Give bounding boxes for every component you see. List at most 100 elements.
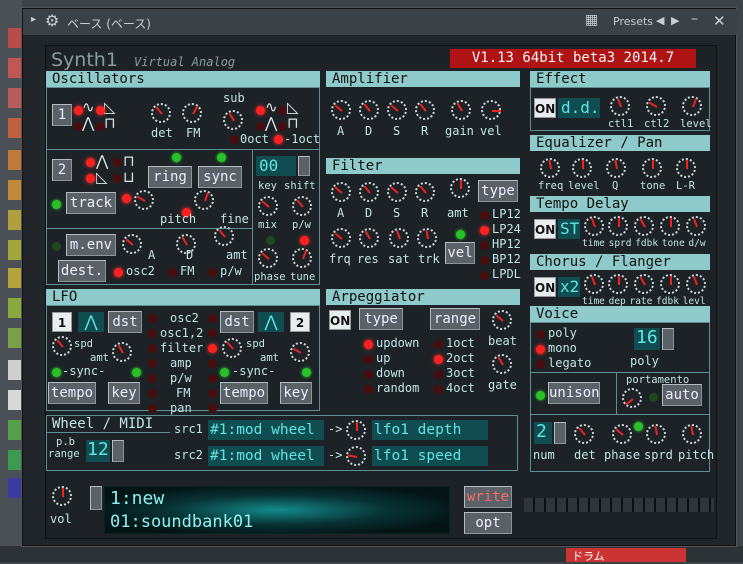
lfo2-wave-display[interactable]: ⋀ bbox=[258, 312, 284, 332]
poly-count-display[interactable]: 16 bbox=[634, 328, 660, 350]
osc1-wave-led-4[interactable] bbox=[96, 122, 105, 131]
pb-range-display[interactable]: 12 bbox=[86, 440, 110, 462]
lfo1-key-button[interactable]: key bbox=[108, 382, 140, 404]
lfo2-amt-knob[interactable] bbox=[290, 342, 310, 362]
patch-name[interactable]: 1:new bbox=[110, 488, 164, 509]
arp-oct-led-2[interactable] bbox=[434, 370, 443, 379]
filter-type-led-0[interactable] bbox=[480, 211, 489, 220]
patch-spin[interactable] bbox=[90, 486, 102, 510]
lfo2-sync-led-1[interactable] bbox=[220, 368, 229, 377]
filter-amt-knob[interactable] bbox=[450, 178, 470, 198]
lfo1-tempo-button[interactable]: tempo bbox=[48, 382, 96, 404]
lfo1-dest-led-0[interactable] bbox=[148, 314, 157, 323]
arp-gate-knob[interactable] bbox=[492, 354, 512, 374]
lfo1-sync-led-2[interactable] bbox=[132, 368, 141, 377]
filter-trk-knob[interactable] bbox=[417, 228, 437, 248]
pitch-led[interactable] bbox=[122, 194, 131, 203]
arp-on-button[interactable]: ON bbox=[329, 310, 351, 330]
lfo2-sync-led-2[interactable] bbox=[302, 368, 311, 377]
filter-vel-button[interactable]: vel bbox=[445, 242, 475, 264]
filter-type-led-4[interactable] bbox=[480, 271, 489, 280]
arp-oct-led-0[interactable] bbox=[434, 340, 443, 349]
sub-wave-led-4[interactable] bbox=[278, 122, 287, 131]
menv-amt-knob[interactable] bbox=[214, 226, 234, 246]
delay-dw-knob[interactable] bbox=[686, 216, 706, 236]
lfo2-spd-knob[interactable] bbox=[222, 338, 242, 358]
effect-type-display[interactable]: d.d. bbox=[558, 98, 600, 118]
osc2-fine-knob[interactable] bbox=[194, 190, 214, 210]
sub-0oct-led[interactable] bbox=[230, 135, 239, 144]
dest2-display[interactable]: lfo1 speed bbox=[372, 446, 488, 466]
dest1-display[interactable]: lfo1 depth bbox=[372, 420, 488, 440]
grid-icon[interactable]: ▦ bbox=[585, 12, 598, 28]
unison-phase-led[interactable] bbox=[634, 422, 643, 431]
osc-phase-knob[interactable] bbox=[258, 248, 278, 268]
osc-mix-knob[interactable] bbox=[258, 196, 278, 216]
phase-led[interactable] bbox=[266, 236, 275, 245]
arp-mode-led-1[interactable] bbox=[364, 355, 373, 364]
lfo2-dest-led-3[interactable] bbox=[208, 359, 217, 368]
eq-level-knob[interactable] bbox=[572, 158, 592, 178]
sub-wave-led-3[interactable] bbox=[278, 106, 287, 115]
square-wave-icon[interactable]: ⊓ bbox=[104, 116, 116, 131]
voice-mono-led[interactable] bbox=[536, 345, 545, 354]
lfo2-button[interactable]: 2 bbox=[290, 312, 310, 332]
filter-type-led-1[interactable] bbox=[480, 226, 489, 235]
voice-poly-led[interactable] bbox=[536, 330, 545, 339]
unison-led[interactable] bbox=[536, 391, 545, 400]
lfo1-dest-led-4[interactable] bbox=[148, 374, 157, 383]
filter-frq-knob[interactable] bbox=[331, 228, 351, 248]
pb-range-spin[interactable] bbox=[112, 440, 124, 462]
src1-display[interactable]: #1:mod wheel bbox=[208, 420, 324, 440]
dest-button[interactable]: dest. bbox=[58, 260, 106, 282]
osc2-wave-led-3[interactable] bbox=[113, 158, 122, 167]
unison-sprd-knob[interactable] bbox=[646, 424, 666, 444]
osc1-wave-led-2[interactable] bbox=[74, 122, 83, 131]
effect-on-button[interactable]: ON bbox=[534, 98, 556, 118]
unison-button[interactable]: unison bbox=[548, 382, 600, 404]
opt-button[interactable]: opt bbox=[464, 512, 512, 534]
osc2-wave-led-2[interactable] bbox=[86, 174, 95, 183]
lfo2-key-button[interactable]: key bbox=[280, 382, 312, 404]
arp-mode-led-3[interactable] bbox=[364, 385, 373, 394]
gear-icon[interactable]: ⚙ bbox=[45, 11, 59, 30]
lfo1-dest-led-5[interactable] bbox=[148, 389, 157, 398]
osc2-button[interactable]: 2 bbox=[52, 159, 72, 181]
lfo1-dst-button[interactable]: dst bbox=[108, 311, 142, 333]
osc2-square-icon[interactable]: ⊓ bbox=[123, 154, 135, 169]
src2-display[interactable]: #1:mod wheel bbox=[208, 446, 324, 466]
menv-a-knob[interactable] bbox=[122, 234, 142, 254]
lfo2-dest-led-2[interactable] bbox=[208, 344, 217, 353]
amp-d-knob[interactable] bbox=[359, 100, 379, 120]
filter-r-knob[interactable] bbox=[415, 182, 435, 202]
minimize-icon[interactable]: – bbox=[691, 11, 698, 27]
osc2-tri-icon[interactable]: ⋀ bbox=[96, 154, 108, 169]
unison-num-display[interactable]: 2 bbox=[534, 422, 552, 444]
delay-type-display[interactable]: ST bbox=[558, 219, 580, 239]
auto-led[interactable] bbox=[649, 393, 658, 402]
delay-sprd-knob[interactable] bbox=[608, 216, 628, 236]
dest2-amount-knob[interactable] bbox=[346, 446, 366, 466]
drum-channel-label[interactable]: ドラム bbox=[566, 548, 686, 563]
effect-ctl2-knob[interactable] bbox=[646, 96, 666, 116]
lfo2-dest-led-6[interactable] bbox=[208, 404, 217, 413]
sync-button[interactable]: sync bbox=[198, 166, 242, 188]
osc2-saw-icon[interactable]: ◺ bbox=[96, 170, 108, 185]
presets-label[interactable]: Presets bbox=[613, 15, 653, 28]
eq-tone-knob[interactable] bbox=[642, 158, 662, 178]
sub-level-knob[interactable] bbox=[223, 110, 243, 130]
amp-gain-knob[interactable] bbox=[451, 100, 471, 120]
arp-oct-led-1[interactable] bbox=[434, 355, 443, 364]
lfo1-dest-led-2[interactable] bbox=[148, 344, 157, 353]
osc-pw-knob[interactable] bbox=[292, 196, 312, 216]
amp-r-knob[interactable] bbox=[415, 100, 435, 120]
prev-preset-icon[interactable]: ◀ bbox=[656, 14, 664, 27]
saw-wave-icon[interactable]: ◺ bbox=[104, 100, 116, 115]
key-shift-display[interactable]: 00 bbox=[256, 156, 296, 176]
chorus-on-button[interactable]: ON bbox=[534, 277, 556, 297]
close-icon[interactable]: ✕ bbox=[713, 12, 726, 30]
unison-num-spin[interactable] bbox=[554, 422, 566, 444]
arp-type-button[interactable]: type bbox=[359, 308, 403, 330]
lfo1-spd-knob[interactable] bbox=[52, 336, 72, 356]
volume-knob[interactable] bbox=[52, 486, 72, 506]
